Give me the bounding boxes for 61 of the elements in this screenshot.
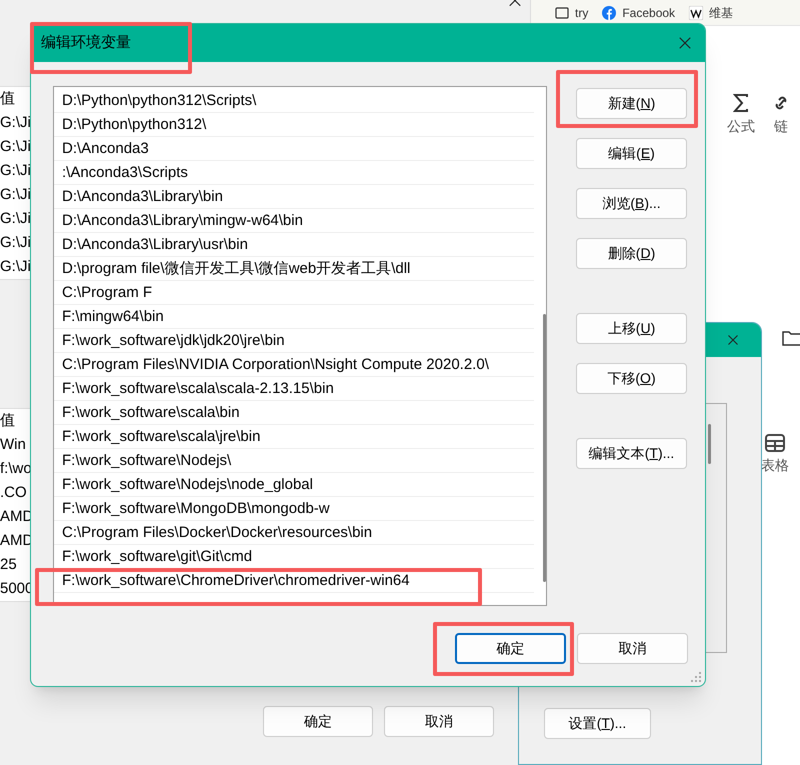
- table-icon: [765, 434, 785, 452]
- table-cell-text: G:\Ji: [0, 113, 31, 133]
- dialog-button[interactable]: 编辑(E): [576, 138, 687, 169]
- window-title: 编辑环境变量: [41, 32, 131, 53]
- list-row[interactable]: D:\Anconda3\Library\mingw-w64\bin: [54, 209, 534, 233]
- folder-icon: [555, 6, 569, 18]
- sigma-icon: [733, 94, 749, 112]
- dialog-button[interactable]: 上移(U): [576, 313, 687, 344]
- dialog-button[interactable]: 下移(O): [576, 363, 687, 394]
- table-cell-text: G:\Ji: [0, 233, 31, 253]
- resize-grip-icon[interactable]: [691, 672, 701, 682]
- settings-button[interactable]: 设置(T)...: [544, 708, 651, 739]
- dialog-button[interactable]: 编辑文本(T)...: [576, 438, 687, 469]
- dialog-button[interactable]: 取消: [577, 633, 688, 664]
- list-row[interactable]: F:\work_software\jdk\jdk20\jre\bin: [54, 329, 534, 353]
- list-row[interactable]: C:\Program Files\Docker\Docker\resources\bin: [54, 521, 534, 545]
- folder-icon: [782, 330, 800, 346]
- table-cell-text: G:\Ji: [0, 161, 31, 181]
- list-row[interactable]: D:\Anconda3\Library\usr\bin: [54, 233, 534, 257]
- w-logo-icon: [689, 6, 704, 20]
- table-cell-text: Win: [0, 435, 26, 455]
- list-row[interactable]: :\Anconda3\Scripts: [54, 161, 534, 185]
- dialog-button[interactable]: 删除(D): [576, 238, 687, 269]
- list-row[interactable]: F:\work_software\MongoDB\mongodb-w: [54, 497, 534, 521]
- list-row[interactable]: C:\Program Files\NVIDIA Corporation\Nsight Compute 2020.2.0\: [54, 353, 534, 377]
- table-cell-text: .CO: [0, 483, 27, 503]
- table-cell-text: G:\Ji: [0, 137, 31, 157]
- table-cell-text: G:\Ji: [0, 257, 31, 277]
- column-header[interactable]: 值: [0, 87, 15, 111]
- scrollbar-thumb[interactable]: [708, 424, 711, 464]
- list-row[interactable]: D:\Anconda3: [54, 137, 534, 161]
- dialog-button[interactable]: 确定: [455, 633, 566, 664]
- toolbar-label[interactable]: 表格: [761, 455, 789, 476]
- dialog-button[interactable]: 确定: [263, 706, 373, 737]
- list-row[interactable]: F:\work_software\Nodejs\node_global: [54, 473, 534, 497]
- table-cell-text: G:\Ji: [0, 185, 31, 205]
- list-row[interactable]: F:\work_software\scala\scala-2.13.15\bin: [54, 377, 534, 401]
- link-icon: [773, 94, 789, 112]
- scrollbar-thumb[interactable]: [543, 314, 546, 582]
- dialog-button[interactable]: 新建(N): [576, 88, 687, 119]
- list-row[interactable]: D:\Python\python312\Scripts\: [54, 89, 534, 113]
- list-row[interactable]: F:\work_software\scala\jre\bin: [54, 425, 534, 449]
- table-cell-text: 25: [0, 555, 17, 575]
- toolbar-label[interactable]: 链: [774, 116, 788, 137]
- bookmark-link[interactable]: 维基: [709, 4, 734, 22]
- list-row[interactable]: F:\work_software\git\Git\cmd: [54, 545, 534, 569]
- table-cell-text: G:\Ji: [0, 209, 31, 229]
- list-row[interactable]: C:\Program F: [54, 281, 534, 305]
- bookmark-link[interactable]: try: [575, 4, 588, 22]
- dialog-button[interactable]: 浏览(B)...: [576, 188, 687, 219]
- list-row[interactable]: D:\Anconda3\Library\bin: [54, 185, 534, 209]
- bookmark-link[interactable]: Facebook: [622, 4, 676, 22]
- circle-logo-icon: [602, 6, 616, 20]
- list-row[interactable]: F:\work_software\scala\bin: [54, 401, 534, 425]
- list-row[interactable]: D:\program file\微信开发工具\微信web开发者工具\dll: [54, 257, 534, 281]
- toolbar-label[interactable]: 公式: [727, 116, 755, 137]
- list-row[interactable]: D:\Python\python312\: [54, 113, 534, 137]
- list-row[interactable]: F:\work_software\Nodejs\: [54, 449, 534, 473]
- column-header[interactable]: 值: [0, 409, 15, 433]
- dialog-button[interactable]: 取消: [384, 706, 494, 737]
- list-row[interactable]: F:\mingw64\bin: [54, 305, 534, 329]
